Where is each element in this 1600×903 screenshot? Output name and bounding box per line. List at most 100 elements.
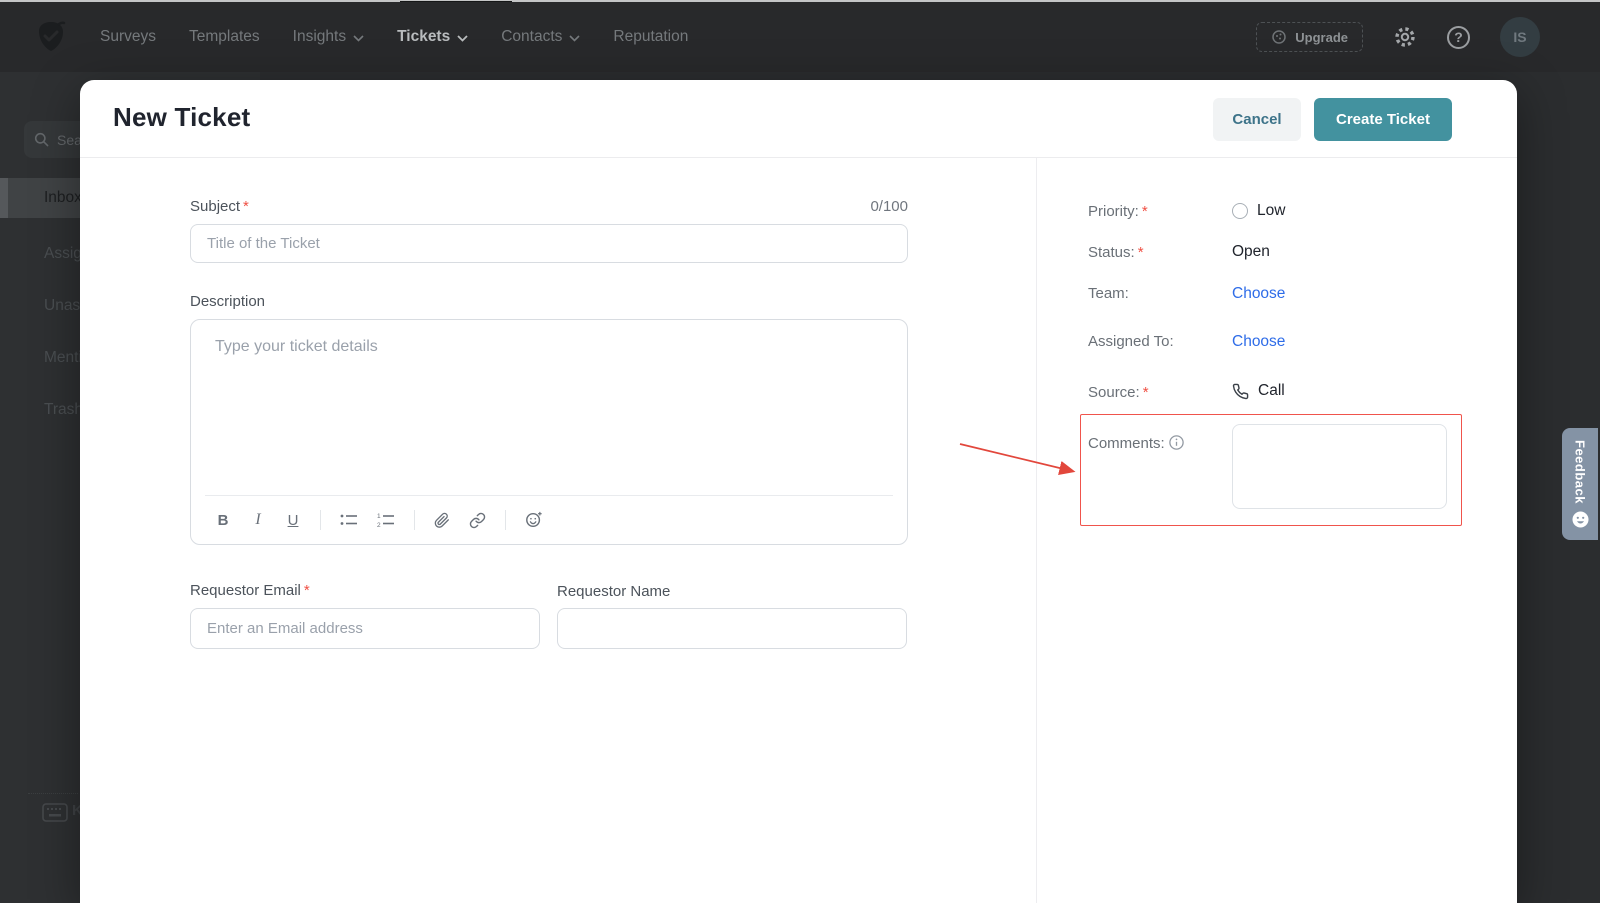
search-icon (34, 132, 49, 147)
smiley-icon (1572, 511, 1588, 528)
nav-label: Surveys (100, 28, 156, 45)
requestor-name-label: Requestor Name (557, 583, 671, 600)
comments-textarea[interactable] (1232, 424, 1447, 509)
subject-input[interactable] (190, 224, 908, 263)
nav-label: Templates (189, 28, 260, 45)
bullet-list-button[interactable] (340, 512, 358, 528)
nav-item-templates[interactable]: Templates (189, 28, 260, 46)
toolbar-separator (320, 510, 321, 530)
emoji-button[interactable] (525, 511, 543, 529)
panel-divider (1036, 158, 1037, 903)
top-navbar: Surveys Templates Insights Tickets Conta… (0, 2, 1600, 72)
subject-char-counter: 0/100 (870, 198, 908, 215)
requestor-email-label-text: Requestor Email (190, 582, 301, 599)
sidebar-item-label: Trash (44, 401, 84, 418)
bullet-list-icon (340, 514, 357, 525)
team-choose-link[interactable]: Choose (1232, 285, 1285, 303)
numbered-list-icon: 1 2 (377, 513, 394, 528)
numbered-list-button[interactable]: 1 2 (377, 512, 395, 528)
team-label: Team: (1088, 285, 1129, 302)
comments-label: Comments: (1088, 435, 1184, 452)
nav-label: Contacts (501, 28, 563, 45)
underline-button[interactable]: U (285, 512, 301, 529)
nav-item-insights[interactable]: Insights (293, 28, 364, 46)
insert-link-button[interactable] (469, 512, 486, 529)
new-ticket-modal: New Ticket Cancel Create Ticket Subject *… (80, 80, 1517, 903)
priority-label-text: Priority: (1088, 203, 1139, 220)
emoji-icon (526, 511, 542, 528)
source-label-text: Source: (1088, 384, 1140, 401)
description-label: Description (190, 293, 266, 310)
svg-text:1: 1 (377, 513, 381, 520)
source-label: Source: * (1088, 384, 1149, 401)
description-editor[interactable]: Type your ticket details B I U 1 2 (190, 319, 908, 545)
status-value[interactable]: Open (1232, 243, 1270, 261)
paperclip-icon (434, 512, 449, 528)
priority-label: Priority: * (1088, 203, 1148, 220)
bold-button[interactable]: B (215, 512, 231, 529)
required-asterisk: * (1142, 384, 1149, 401)
nav-item-surveys[interactable]: Surveys (100, 28, 156, 46)
app-logo[interactable] (28, 14, 74, 60)
modal-title: New Ticket (113, 102, 251, 132)
avatar-initials: IS (1513, 29, 1527, 45)
toolbar-separator (505, 510, 506, 530)
requestor-name-input[interactable] (557, 608, 907, 649)
toolbar-separator (414, 510, 415, 530)
status-label: Status: * (1088, 244, 1144, 261)
nav-label: Insights (292, 28, 347, 45)
attach-file-button[interactable] (434, 512, 450, 529)
nav-label: Reputation (613, 28, 689, 45)
priority-value: Low (1232, 202, 1285, 220)
priority-low-radio[interactable] (1232, 203, 1248, 219)
info-icon[interactable] (1168, 435, 1184, 450)
priority-value-text[interactable]: Low (1257, 202, 1285, 220)
keyboard-shortcuts-button[interactable] (42, 803, 68, 827)
editor-toolbar: B I U 1 2 (215, 496, 543, 544)
feedback-tab[interactable]: Feedback (1562, 428, 1598, 540)
help-glyph: ? (1454, 29, 1463, 45)
settings-button[interactable] (1393, 25, 1417, 49)
question-mark-icon: ? (1447, 25, 1470, 49)
required-asterisk: * (1141, 203, 1148, 220)
upgrade-label: Upgrade (1295, 29, 1348, 45)
required-asterisk: * (1137, 244, 1144, 261)
chevron-down-icon (569, 34, 580, 42)
nav-item-tickets[interactable]: Tickets (397, 28, 468, 46)
keyboard-icon (42, 803, 68, 822)
assigned-to-label: Assigned To: (1088, 333, 1174, 350)
upgrade-button[interactable]: Upgrade (1256, 22, 1363, 52)
assigned-to-choose-link[interactable]: Choose (1232, 333, 1285, 351)
phone-icon (1232, 383, 1249, 399)
source-value[interactable]: Call (1232, 382, 1285, 400)
app-root: Surveys Templates Insights Tickets Conta… (0, 0, 1600, 903)
status-label-text: Status: (1088, 244, 1135, 261)
link-icon (469, 512, 486, 528)
sidebar-item-label: Inbox (44, 189, 82, 206)
help-button[interactable]: ? (1447, 25, 1470, 49)
nav-label: Tickets (397, 28, 451, 45)
chevron-down-icon (457, 34, 468, 42)
requestor-email-input[interactable] (190, 608, 540, 649)
navbar-right-cluster: Upgrade ? IS (1256, 2, 1540, 72)
create-ticket-button[interactable]: Create Ticket (1314, 98, 1452, 141)
status-value-text: Open (1232, 243, 1270, 260)
nav-item-reputation[interactable]: Reputation (613, 28, 688, 46)
gear-icon (1395, 27, 1415, 47)
upgrade-icon (1272, 30, 1287, 44)
sidebar-footer-divider (28, 793, 78, 794)
modal-actions: Cancel Create Ticket (1213, 98, 1452, 141)
italic-button[interactable]: I (250, 511, 266, 529)
required-asterisk: * (303, 582, 310, 599)
chevron-down-icon (353, 34, 364, 42)
cancel-button[interactable]: Cancel (1213, 98, 1301, 141)
modal-header: New Ticket Cancel Create Ticket (80, 80, 1517, 158)
source-value-text: Call (1258, 382, 1285, 399)
comments-label-text: Comments: (1088, 435, 1165, 452)
svg-text:2: 2 (377, 522, 381, 528)
brand-shield-icon (39, 21, 66, 51)
nav-item-contacts[interactable]: Contacts (501, 28, 580, 46)
description-placeholder: Type your ticket details (215, 338, 378, 355)
feedback-tab-label: Feedback (1572, 439, 1588, 504)
user-avatar[interactable]: IS (1500, 17, 1540, 57)
